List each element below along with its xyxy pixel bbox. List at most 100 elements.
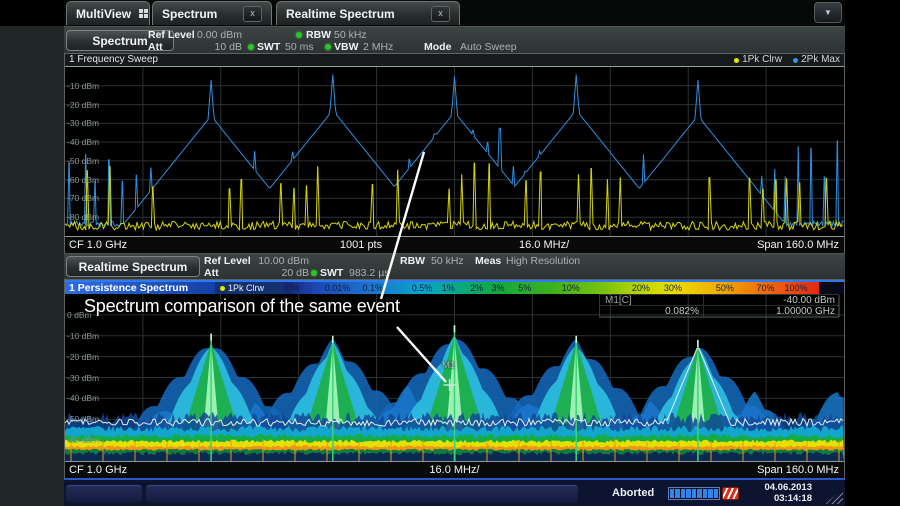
trace1-dot-icon	[734, 57, 740, 63]
tab-spectrum[interactable]: Spectrum x	[152, 1, 272, 25]
marker-frequency: 1.00000 GHz	[704, 306, 840, 317]
swt-label: SWT	[257, 41, 281, 53]
density-scale-label: 100%	[784, 283, 808, 293]
freq-per-div: 16.0 MHz/	[429, 464, 480, 476]
freq-per-div: 16.0 MHz/	[519, 239, 570, 251]
att-value[interactable]: 20 dB	[249, 267, 309, 279]
att-value[interactable]: 10 dB	[182, 41, 242, 53]
legend-label: 2Pk Max	[801, 54, 840, 65]
density-scale-label: 1%	[441, 283, 455, 293]
marker-name: M1[C]	[600, 295, 704, 306]
density-scale-label: 0.5%	[411, 283, 433, 293]
sweep-panel-header: 1 Frequency Sweep 1Pk Clrw 2Pk Max	[65, 54, 844, 67]
sweep-panel-title: 1 Frequency Sweep	[69, 54, 158, 65]
status-dot-icon	[248, 44, 254, 50]
ref-level-value[interactable]: 10.00 dBm	[249, 255, 309, 267]
close-icon[interactable]: x	[431, 5, 450, 22]
density-scale-label: 5%	[518, 283, 532, 293]
persistence-header: 1 Persistence Spectrum 1Pk Clrw 0% 0.01% 0…	[65, 280, 844, 294]
marker-m1-label[interactable]: M1	[442, 360, 455, 371]
analyzer-screen: MultiView Spectrum x Realtime Spectrum x…	[0, 0, 900, 506]
persistence-trace-chip[interactable]: 1Pk Clrw	[215, 282, 284, 294]
taskbar-button[interactable]	[146, 485, 578, 503]
density-scale-label: 20%	[631, 283, 650, 293]
mode-label: Mode	[424, 41, 452, 53]
swt-value[interactable]: 983.2 µs	[349, 267, 390, 279]
date-value: 04.06.2013	[764, 482, 812, 493]
density-scale-label: 30%	[663, 283, 682, 293]
density-scale-label: 50%	[715, 283, 734, 293]
rbw-value[interactable]: 50 kHz	[431, 255, 464, 267]
marker-level: -40.00 dBm	[704, 295, 840, 306]
trace2-dot-icon	[793, 57, 799, 63]
datetime-display: 04.06.2013 03:14:18	[728, 482, 812, 504]
persistence-plot-area: M1[C] -40.00 dBm 0.082% 1.00000 GHz M1 0…	[65, 294, 844, 461]
tab-bar: MultiView Spectrum x Realtime Spectrum x…	[64, 0, 845, 26]
density-scale-label: 0%	[286, 283, 300, 293]
sweep-traces	[65, 67, 844, 236]
persistence-trace-label: 1Pk Clrw	[228, 283, 265, 293]
time-value: 03:14:18	[773, 493, 812, 504]
span-value[interactable]: Span 160.0 MHz	[757, 463, 839, 477]
frequency-sweep-panel: 1 Frequency Sweep 1Pk Clrw 2Pk Max -10 d…	[64, 53, 845, 253]
att-label: Att	[204, 267, 219, 279]
density-scale-label: 2%	[470, 283, 484, 293]
density-scale-label: 0.1%	[362, 283, 384, 293]
left-gutter	[0, 26, 64, 506]
tab-realtime-label: Realtime Spectrum	[286, 6, 395, 21]
persistence-traces	[65, 294, 844, 461]
center-frequency[interactable]: CF 1.0 GHz	[69, 463, 127, 477]
tab-multiview[interactable]: MultiView	[66, 1, 150, 25]
ref-level-value[interactable]: 0.00 dBm	[182, 29, 242, 41]
att-label: Att	[148, 41, 163, 53]
trace1-dot-icon	[220, 285, 225, 291]
multiview-grid-icon	[139, 9, 149, 18]
progress-bar	[668, 487, 720, 500]
sweep-points: 1001 pts	[339, 239, 383, 251]
tab-spectrum-label: Spectrum	[162, 6, 218, 21]
sweep-plot-area: -10 dBm -20 dBm -30 dBm -40 dBm -50 dBm -60 d…	[65, 67, 844, 236]
tab-multiview-label: MultiView	[76, 6, 132, 21]
legend-item: 1Pk Clrw	[734, 54, 782, 66]
meas-value[interactable]: High Resolution	[506, 255, 580, 267]
rbw-value[interactable]: 50 kHz	[334, 29, 367, 41]
persistence-axis-bar: CF 1.0 GHz 16.0 MHz/ Span 160.0 MHz	[65, 461, 844, 478]
rbw-label: RBW	[400, 255, 426, 267]
legend-item: 2Pk Max	[793, 54, 840, 66]
vbw-value[interactable]: 2 MHz	[363, 41, 393, 53]
sweep-status: Aborted	[612, 487, 655, 499]
vbw-label: VBW	[334, 41, 359, 53]
density-scale-label: 3%	[491, 283, 505, 293]
tab-realtime-spectrum[interactable]: Realtime Spectrum x	[276, 1, 460, 25]
density-scale-label: 10%	[561, 283, 580, 293]
swt-value[interactable]: 50 ms	[285, 41, 314, 53]
taskbar-button[interactable]	[66, 485, 142, 503]
legend-label: 1Pk Clrw	[742, 54, 783, 65]
mode-value[interactable]: Auto Sweep	[460, 41, 517, 53]
trace-legend: 1Pk Clrw 2Pk Max	[734, 54, 840, 66]
annotation-text: Spectrum comparison of the same event	[84, 296, 400, 316]
status-dot-icon	[296, 32, 302, 38]
resize-grip-icon[interactable]	[825, 489, 843, 504]
marker-percent: 0.082%	[600, 306, 704, 317]
status-dot-icon	[311, 270, 317, 276]
density-scale-label: 0.01%	[324, 283, 351, 293]
sweep-axis-bar: CF 1.0 GHz 1001 pts 16.0 MHz/ Span 160.0…	[65, 236, 844, 253]
close-icon[interactable]: x	[243, 5, 262, 22]
status-bar: Aborted 04.06.2013 03:14:18	[64, 478, 845, 506]
realtime-channel-button[interactable]: Realtime Spectrum	[66, 256, 200, 277]
density-scale-label: 70%	[756, 283, 775, 293]
density-color-scale: 0% 0.01% 0.1% 0.5% 1% 2% 3% 5% 10% 20% 30% 50% 70% 10…	[284, 282, 819, 294]
chevron-down-icon[interactable]: ▼	[814, 2, 842, 23]
meas-label: Meas	[475, 255, 502, 267]
status-dot-icon	[325, 44, 331, 50]
center-frequency[interactable]: CF 1.0 GHz	[69, 238, 127, 252]
span-value[interactable]: Span 160.0 MHz	[757, 238, 839, 252]
persistence-title: 1 Persistence Spectrum	[65, 282, 215, 294]
marker-info-table: M1[C] -40.00 dBm 0.082% 1.00000 GHz	[599, 294, 840, 318]
swt-label: SWT	[320, 267, 344, 279]
rbw-label: RBW	[306, 29, 332, 41]
ref-level-label: Ref Level	[204, 255, 251, 267]
realtime-settings-bar: Realtime Spectrum Ref Level 10.00 dBm RB…	[64, 253, 845, 279]
spectrum-settings-bar: Spectrum Ref Level 0.00 dBm RBW 50 kHz A…	[64, 26, 845, 53]
